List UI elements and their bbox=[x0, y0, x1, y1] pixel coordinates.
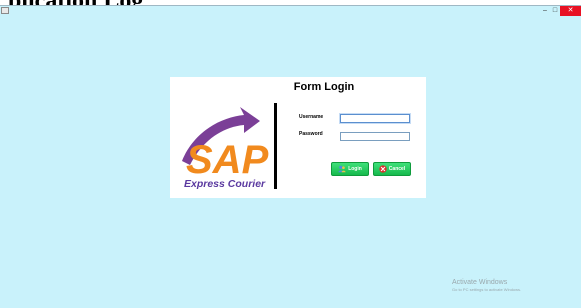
form-title: Form Login bbox=[293, 81, 355, 93]
close-button[interactable]: ✕ bbox=[560, 6, 581, 16]
username-field[interactable] bbox=[340, 114, 410, 123]
minimize-button[interactable]: – bbox=[540, 6, 550, 16]
cancel-button[interactable]: Cancel bbox=[373, 162, 411, 176]
login-button-label: Login bbox=[348, 166, 362, 172]
app-window-icon bbox=[1, 7, 9, 14]
watermark-subtitle: Go to PC settings to activate Windows. bbox=[452, 287, 522, 292]
username-label: Username bbox=[299, 114, 324, 120]
cancel-button-label: Cancel bbox=[388, 166, 406, 172]
logo-brand-text: SAP bbox=[186, 138, 269, 182]
title-bar: – □ ✕ bbox=[0, 6, 581, 16]
watermark-title: Activate Windows bbox=[452, 279, 508, 286]
app-window: – □ ✕ Form Login SAP Express Courier Use… bbox=[0, 5, 581, 308]
maximize-button[interactable]: □ bbox=[550, 6, 560, 16]
login-panel: Form Login SAP Express Courier Username … bbox=[170, 77, 426, 198]
sap-express-courier-logo: SAP Express Courier bbox=[182, 107, 269, 190]
logo-tagline-text: Express Courier bbox=[184, 178, 266, 190]
people-icon bbox=[338, 165, 346, 173]
divider bbox=[274, 103, 277, 189]
login-button[interactable]: Login bbox=[331, 162, 369, 176]
cancel-x-icon bbox=[379, 165, 387, 173]
password-label: Password bbox=[299, 131, 323, 137]
password-field[interactable] bbox=[340, 132, 410, 141]
activation-watermark: Activate Windows Go to PC settings to ac… bbox=[452, 279, 521, 292]
